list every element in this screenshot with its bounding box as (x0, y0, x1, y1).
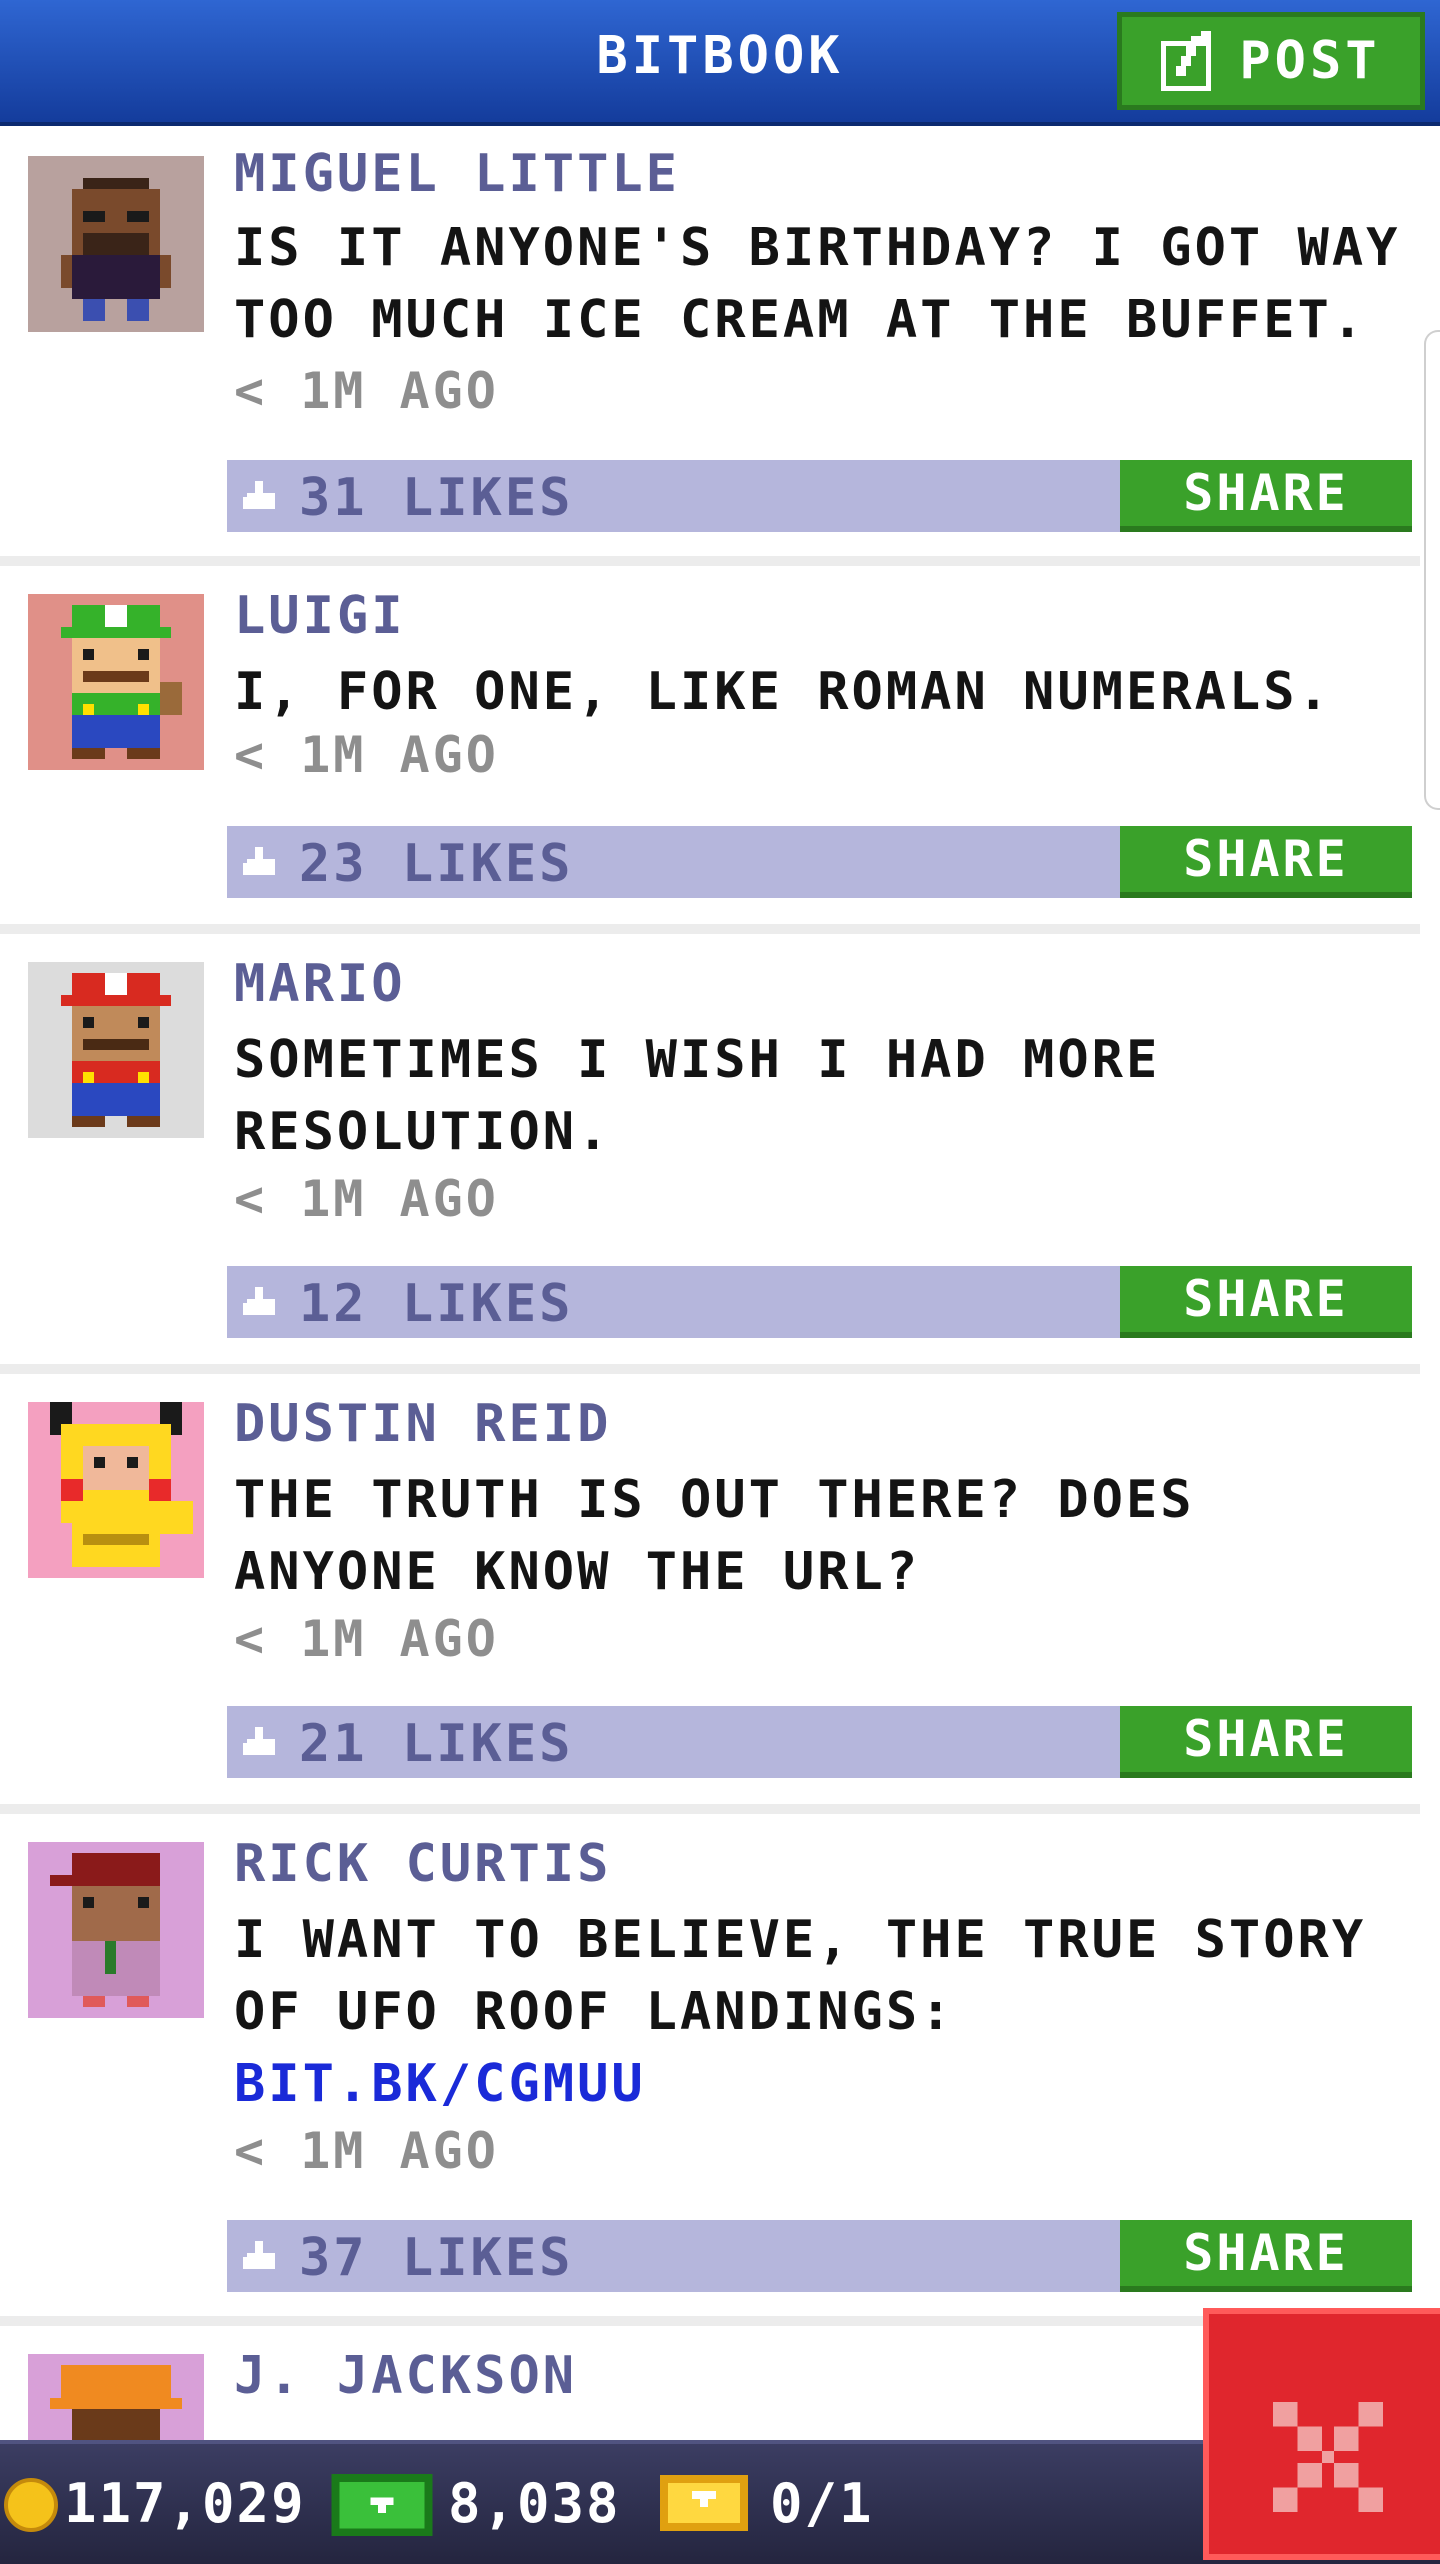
share-button[interactable]: SHARE (1120, 826, 1412, 898)
post-button-label: POST (1239, 31, 1381, 91)
likes-count: 23 LIKES (299, 834, 574, 894)
likes-bar[interactable]: 12 LIKES SHARE (227, 1266, 1412, 1338)
post-text: SOMETIMES I WISH I HAD MORE RESOLUTION. (234, 1030, 1161, 1162)
feed-post: DUSTIN REID THE TRUTH IS OUT THERE? DOES… (0, 1364, 1420, 1804)
feed-post: MIGUEL LITTLE IS IT ANYONE'S BIRTHDAY? I… (0, 126, 1420, 556)
like-icon (243, 1727, 275, 1755)
like-icon (243, 2241, 275, 2269)
feed-post: LUIGI I, FOR ONE, LIKE ROMAN NUMERALS. <… (0, 556, 1420, 924)
share-button[interactable]: SHARE (1120, 2220, 1412, 2292)
like-icon (243, 481, 275, 509)
likes-count: 12 LIKES (299, 1274, 574, 1334)
share-button[interactable]: SHARE (1120, 460, 1412, 532)
post-time: < 1M AGO (234, 1610, 499, 1668)
like-icon (243, 847, 275, 875)
feed-list: MIGUEL LITTLE IS IT ANYONE'S BIRTHDAY? I… (0, 126, 1420, 2530)
share-button[interactable]: SHARE (1120, 1706, 1412, 1778)
post-edit-icon (1161, 31, 1222, 91)
post-time: < 1M AGO (234, 1170, 499, 1228)
post-time: < 1M AGO (234, 726, 499, 784)
feed-post: RICK CURTIS I WANT TO BELIEVE, THE TRUE … (0, 1804, 1420, 2316)
post-author: RICK CURTIS (234, 1834, 612, 1894)
post-button[interactable]: POST (1117, 12, 1425, 110)
like-icon (243, 1287, 275, 1315)
post-author: DUSTIN REID (234, 1394, 612, 1454)
post-text: IS IT ANYONE'S BIRTHDAY? I GOT WAY TOO M… (234, 218, 1401, 350)
rick-avatar[interactable] (28, 1842, 204, 2018)
share-button[interactable]: SHARE (1120, 1266, 1412, 1338)
post-author: MARIO (234, 954, 406, 1014)
app-header: BITBOOK POST (0, 0, 1440, 126)
likes-bar[interactable]: 31 LIKES SHARE (227, 460, 1412, 532)
post-text: THE TRUTH IS OUT THERE? DOES ANYONE KNOW… (234, 1470, 1195, 1602)
post-author: MIGUEL LITTLE (234, 144, 680, 204)
post-time: < 1M AGO (234, 362, 499, 420)
pikachu-costume-avatar[interactable] (28, 1402, 204, 1578)
post-text: I WANT TO BELIEVE, THE TRUE STORY OF UFO… (234, 1904, 1424, 2120)
likes-count: 31 LIKES (299, 468, 574, 528)
post-time: < 1M AGO (234, 2122, 499, 2180)
likes-count: 37 LIKES (299, 2228, 574, 2288)
post-text-content: I WANT TO BELIEVE, THE TRUE STORY OF UFO… (234, 1910, 1367, 2042)
ticket-count: 0/1 (770, 2472, 874, 2535)
close-icon (1273, 2402, 1383, 2512)
likes-bar[interactable]: 21 LIKES SHARE (227, 1706, 1412, 1778)
post-text: I, FOR ONE, LIKE ROMAN NUMERALS. (234, 662, 1332, 722)
likes-count: 21 LIKES (299, 1714, 574, 1774)
likes-bar[interactable]: 23 LIKES SHARE (227, 826, 1412, 898)
mario-avatar[interactable] (28, 962, 204, 1138)
post-link[interactable]: BIT.BK/CGMUU (234, 2054, 646, 2114)
ticket-icon (660, 2475, 748, 2531)
post-author: LUIGI (234, 586, 406, 646)
scroll-indicator[interactable] (1424, 330, 1440, 810)
likes-bar[interactable]: 37 LIKES SHARE (227, 2220, 1412, 2292)
bux-count: 8,038 (448, 2472, 621, 2535)
coin-icon (4, 2478, 58, 2532)
coin-count: 117,029 (64, 2472, 306, 2535)
post-author: J. JACKSON (234, 2346, 578, 2406)
luigi-avatar[interactable] (28, 594, 204, 770)
miguel-avatar[interactable] (28, 156, 204, 332)
cash-icon (331, 2474, 433, 2536)
feed-post: MARIO SOMETIMES I WISH I HAD MORE RESOLU… (0, 924, 1420, 1364)
close-button[interactable] (1203, 2308, 1440, 2560)
